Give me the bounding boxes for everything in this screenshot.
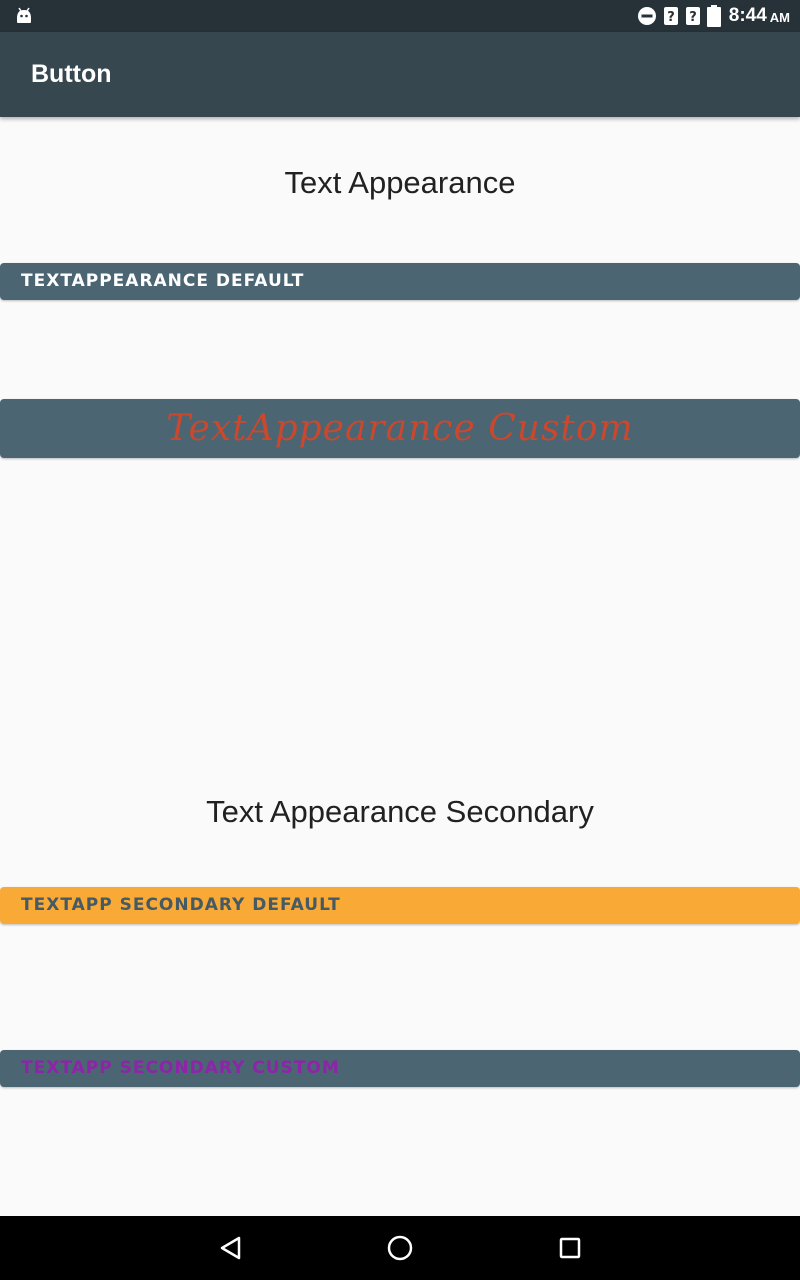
section-title-text-appearance-secondary: Text Appearance Secondary [206, 794, 594, 829]
clock-ampm: AM [769, 10, 790, 25]
recents-icon[interactable] [552, 1230, 588, 1266]
svg-text:?: ? [689, 10, 697, 25]
do-not-disturb-icon [637, 7, 656, 25]
app-bar: Button [0, 32, 800, 117]
button-label: TEXTAPP SECONDARY CUSTOM [21, 1058, 340, 1078]
status-icons: ? ? 8:44 AM [637, 0, 790, 32]
clock-time: 8:44 [728, 5, 767, 26]
back-icon[interactable] [212, 1230, 248, 1266]
svg-text:?: ? [667, 10, 675, 25]
section-title-text-appearance: Text Appearance [284, 165, 516, 200]
textappearance-custom-button[interactable]: TextAppearance Custom [0, 399, 800, 458]
button-label: TEXTAPP SECONDARY DEFAULT [21, 895, 341, 915]
textappearance-default-button[interactable]: TEXTAPPEARANCE DEFAULT [0, 263, 800, 300]
textapp-secondary-custom-button[interactable]: TEXTAPP SECONDARY CUSTOM [0, 1050, 800, 1087]
navigation-bar [0, 1216, 800, 1280]
unknown-signal-icon: ? [663, 7, 678, 25]
button-label: TextAppearance Custom [166, 408, 634, 449]
battery-icon [706, 5, 721, 27]
app-title: Button [31, 60, 112, 88]
button-label: TEXTAPPEARANCE DEFAULT [21, 271, 305, 291]
android-icon [17, 7, 31, 23]
textapp-secondary-default-button[interactable]: TEXTAPP SECONDARY DEFAULT [0, 887, 800, 924]
home-icon[interactable] [382, 1230, 418, 1266]
status-bar: ? ? 8:44 AM [0, 0, 800, 32]
unknown-signal-icon: ? [685, 7, 700, 25]
